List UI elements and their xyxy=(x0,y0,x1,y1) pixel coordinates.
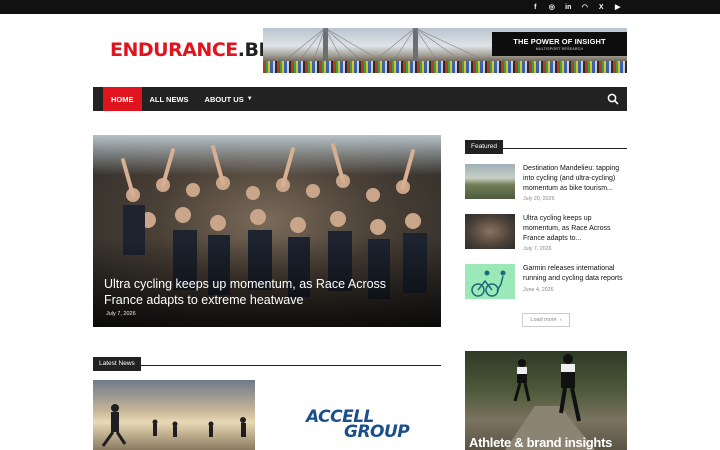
featured-title[interactable]: Ultra cycling keeps up momentum, as Race… xyxy=(523,214,627,244)
featured-date: June 4, 2026 xyxy=(523,287,554,293)
cyclist-runner-illustration xyxy=(471,270,506,297)
sidebar-ad-text: Athlete & brand insights xyxy=(469,435,613,450)
latest-news-thumbnail[interactable] xyxy=(93,380,255,450)
featured-title[interactable]: Destination Mandelieu: tapping into cycl… xyxy=(523,164,627,194)
youtube-icon[interactable]: ▶ xyxy=(610,0,627,14)
hero-date: July 7, 2026 xyxy=(106,311,136,317)
nav-label: HOME xyxy=(111,94,134,104)
top-bar: f ◎ in ◠ X ▶ xyxy=(0,0,720,14)
accell-group-logo[interactable]: ACCELL GROUP xyxy=(306,409,410,442)
featured-item[interactable]: Ultra cycling keeps up momentum, as Race… xyxy=(465,214,627,259)
logo-main: ENDURANCE xyxy=(110,39,238,61)
rss-icon[interactable]: ◠ xyxy=(577,0,594,14)
site-logo[interactable]: ENDURANCE.BIZ xyxy=(110,39,279,61)
featured-thumbnail[interactable] xyxy=(465,164,515,199)
featured-thumbnail[interactable] xyxy=(465,214,515,249)
load-more-button[interactable]: Load more › xyxy=(522,313,570,327)
runners-beach-image xyxy=(101,404,246,447)
header-banner-ad[interactable]: THE POWER OF INSIGHT MULTISPORT RESEARCH xyxy=(263,28,627,73)
main-nav: HOME ALL NEWS ABOUT US ▼ xyxy=(93,87,627,111)
search-icon[interactable] xyxy=(607,92,621,106)
crowd-illustration xyxy=(263,61,627,73)
featured-header: Featured xyxy=(465,135,627,154)
instagram-icon[interactable]: ◎ xyxy=(544,0,561,14)
featured-heading: Featured xyxy=(465,140,504,154)
featured-date: July 7, 2026 xyxy=(523,246,552,252)
facebook-icon[interactable]: f xyxy=(527,0,544,14)
featured-item[interactable]: Destination Mandelieu: tapping into cycl… xyxy=(465,164,627,209)
banner-subline: MULTISPORT RESEARCH xyxy=(535,47,584,51)
nav-label: ABOUT US xyxy=(204,94,244,104)
nav-item-all-news[interactable]: ALL NEWS xyxy=(142,87,197,111)
banner-headline: THE POWER OF INSIGHT xyxy=(513,37,606,46)
x-icon[interactable]: X xyxy=(593,0,610,14)
nav-label: ALL NEWS xyxy=(149,94,189,104)
load-more-label: Load more xyxy=(530,317,557,323)
chevron-down-icon: ▼ xyxy=(246,96,253,102)
featured-title[interactable]: Garmin releases international running an… xyxy=(523,264,627,284)
social-links: f ◎ in ◠ X ▶ xyxy=(527,0,626,14)
featured-date: July 20, 2026 xyxy=(523,196,555,202)
featured-thumbnail[interactable] xyxy=(465,264,515,299)
featured-item[interactable]: Garmin releases international running an… xyxy=(465,264,627,304)
hero-article[interactable]: Ultra cycling keeps up momentum, as Race… xyxy=(93,135,441,327)
banner-text-box: THE POWER OF INSIGHT MULTISPORT RESEARCH xyxy=(492,32,627,56)
latest-news-header: Latest News xyxy=(93,352,441,371)
chevron-right-icon: › xyxy=(559,317,562,323)
nav-item-about-us[interactable]: ABOUT US ▼ xyxy=(197,87,261,111)
linkedin-icon[interactable]: in xyxy=(560,0,577,14)
sidebar-ad[interactable]: Athlete & brand insights xyxy=(465,351,627,450)
nav-item-home[interactable]: HOME xyxy=(103,87,142,111)
latest-news-heading: Latest News xyxy=(93,357,141,371)
hero-title[interactable]: Ultra cycling keeps up momentum, as Race… xyxy=(104,276,424,308)
accell-logo-line2: GROUP xyxy=(344,422,410,442)
